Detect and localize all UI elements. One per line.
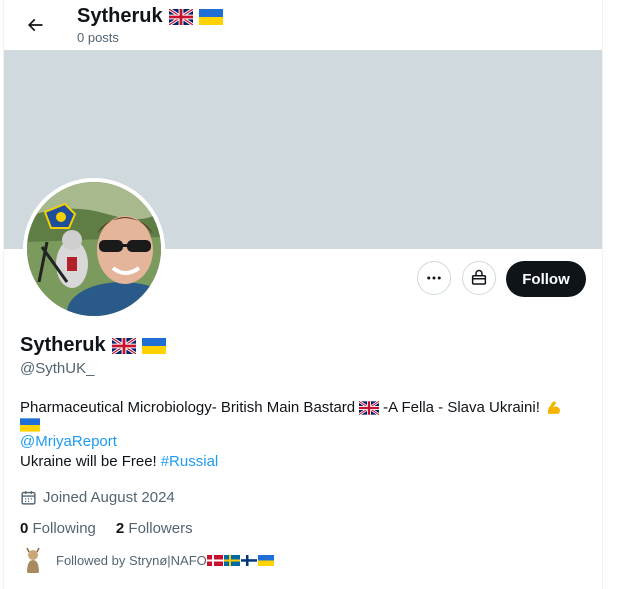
display-name-text: Sytheruk <box>20 334 106 356</box>
gift-icon <box>471 269 487 285</box>
profile-bio: Pharmaceutical Microbiology- British Mai… <box>20 398 590 472</box>
denmark-flag-icon <box>206 554 223 566</box>
followed-by-flags <box>206 554 274 566</box>
profile-avatar[interactable] <box>23 178 165 320</box>
bio-line: Pharmaceutical Microbiology- British Mai… <box>20 398 590 418</box>
ukraine-flag-icon <box>257 554 274 566</box>
posts-count: 0 posts <box>77 30 119 45</box>
join-date-text: Joined August 2024 <box>43 489 175 506</box>
uk-flag-icon <box>359 401 380 415</box>
follow-stats: 0 Following 2 Followers <box>20 520 193 537</box>
bio-text: Pharmaceutical Microbiology- British Mai… <box>20 399 356 416</box>
join-date: Joined August 2024 <box>20 489 175 506</box>
uk-flag-icon <box>111 337 136 354</box>
flexed-biceps-icon <box>547 401 560 414</box>
hashtag-link[interactable]: #Russial <box>161 452 219 472</box>
following-link[interactable]: 0 Following <box>20 520 96 537</box>
ukraine-flag-icon <box>141 337 166 354</box>
profile-handle: @SythUK_ <box>20 360 95 377</box>
followed-by-text: Followed by Strynø|NAFO <box>56 552 207 568</box>
follow-button[interactable]: Follow <box>506 261 586 297</box>
profile-display-name: Sytheruk <box>20 334 166 357</box>
followers-label: Followers <box>128 520 193 537</box>
calendar-icon <box>21 491 36 505</box>
top-bar: Sytheruk 0 posts <box>4 0 604 50</box>
more-dots-icon <box>427 276 441 280</box>
bio-text-tail: -A Fella - Slava Ukraini! <box>383 399 540 416</box>
finland-flag-icon <box>240 554 257 566</box>
following-count: 0 <box>20 520 29 537</box>
bio-line: Ukraine will be Free! #Russial <box>20 452 590 472</box>
more-options-button[interactable] <box>417 261 451 295</box>
ukraine-flag-icon <box>198 8 223 25</box>
followers-link[interactable]: 2 Followers <box>116 520 193 537</box>
followers-count: 2 <box>115 520 125 537</box>
uk-flag-icon <box>168 8 193 25</box>
sweden-flag-icon <box>223 554 240 566</box>
bio-line: @MriyaReport <box>20 432 590 452</box>
following-label: Following <box>32 520 96 537</box>
header-title-text: Sytheruk <box>77 5 163 27</box>
follower-avatar[interactable] <box>20 546 46 574</box>
profile-column: Sytheruk 0 posts Follow Sytheruk @SythUK… <box>3 0 603 589</box>
ukraine-flag-icon <box>20 418 40 432</box>
mention-link[interactable]: @MriyaReport <box>20 432 117 452</box>
back-button[interactable] <box>18 10 52 40</box>
header-title: Sytheruk <box>77 5 223 28</box>
bio-text: Ukraine will be Free! <box>20 453 157 470</box>
bio-line <box>20 418 590 432</box>
arrow-left-icon <box>27 18 43 32</box>
followed-by[interactable]: Followed by Strynø|NAFO <box>20 546 274 574</box>
subscribe-gift-button[interactable] <box>462 261 496 295</box>
